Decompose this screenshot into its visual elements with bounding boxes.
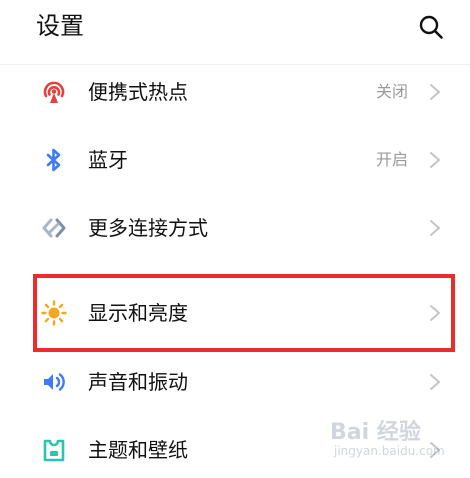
theme-icon bbox=[43, 439, 65, 462]
watermark-url: jingyan.baidu.com bbox=[334, 444, 445, 458]
bluetooth-icon bbox=[46, 148, 61, 172]
settings-item-sound-vibration[interactable]: 声音和振动 bbox=[0, 354, 470, 410]
settings-item-label: 声音和振动 bbox=[88, 370, 188, 394]
top-bar: 设置 bbox=[0, 0, 470, 58]
chevron-right-icon bbox=[430, 374, 440, 390]
settings-item-label: 更多连接方式 bbox=[88, 216, 208, 240]
settings-item-more-connections[interactable]: 更多连接方式 bbox=[0, 200, 470, 256]
status-text: 关闭 bbox=[375, 82, 408, 101]
watermark-brand: Bai 经验 bbox=[330, 420, 421, 445]
settings-item-hotspot[interactable]: 便携式热点 关闭 bbox=[0, 64, 470, 120]
chevron-right-icon bbox=[430, 220, 440, 236]
page-title: 设置 bbox=[36, 12, 84, 40]
search-icon[interactable] bbox=[418, 14, 444, 40]
chevron-right-icon bbox=[430, 84, 440, 100]
watermark: Bai 经验 jingyan.baidu.com bbox=[318, 414, 468, 468]
sound-icon bbox=[44, 373, 65, 391]
hotspot-icon bbox=[43, 81, 65, 103]
settings-item-bluetooth[interactable]: 蓝牙 开启 bbox=[0, 132, 470, 188]
status-text: 开启 bbox=[375, 150, 408, 169]
connection-icon bbox=[42, 218, 66, 238]
settings-item-label: 便携式热点 bbox=[88, 80, 188, 104]
settings-item-label: 主题和壁纸 bbox=[88, 438, 188, 462]
highlight-box bbox=[33, 274, 455, 352]
chevron-right-icon bbox=[430, 152, 440, 168]
settings-item-label: 蓝牙 bbox=[88, 148, 128, 172]
